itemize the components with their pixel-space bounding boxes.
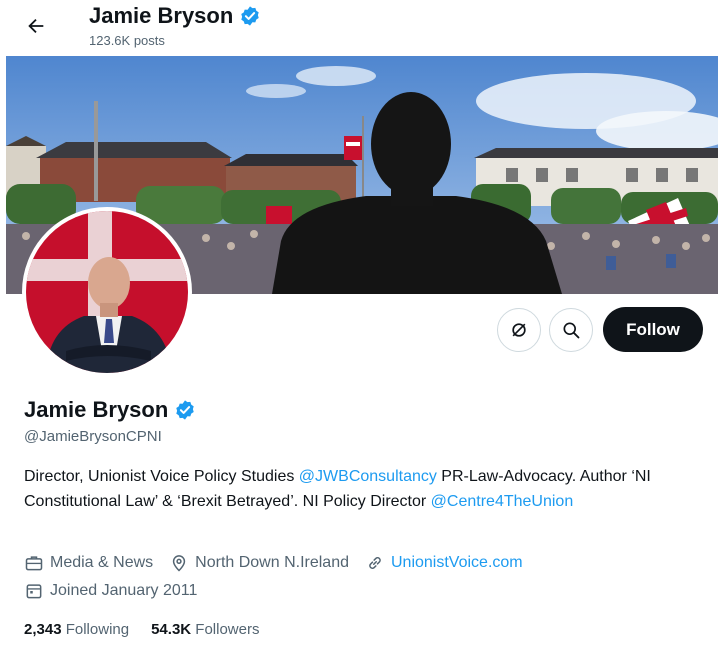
header-name-row: Jamie Bryson <box>89 3 261 29</box>
header-post-count: 123.6K posts <box>89 33 165 48</box>
back-arrow-icon <box>28 18 44 34</box>
bio-mention-link[interactable]: @Centre4TheUnion <box>431 493 574 510</box>
location-label: North Down N.Ireland <box>195 554 349 571</box>
more-options-button[interactable] <box>497 308 541 352</box>
profile-avatar[interactable] <box>22 207 192 377</box>
profile-handle: @JamieBrysonCPNI <box>24 428 162 445</box>
website-link[interactable]: UnionistVoice.com <box>391 554 523 572</box>
profile-name: Jamie Bryson <box>24 397 169 422</box>
location-pin-icon <box>172 555 186 572</box>
profile-category: Media & News <box>24 553 153 573</box>
category-label: Media & News <box>50 554 154 571</box>
back-button[interactable] <box>18 8 54 44</box>
top-bar: Jamie Bryson 123.6K posts <box>0 0 720 56</box>
following-label: Following <box>65 621 130 638</box>
followers-label: Followers <box>195 621 260 638</box>
bio-mention-link[interactable]: @JWBConsultancy <box>299 468 437 485</box>
profile-name-row: Jamie Bryson <box>24 397 196 423</box>
follow-button[interactable]: Follow <box>603 307 703 352</box>
more-options-icon <box>512 323 526 337</box>
profile-joined-row: Joined January 2011 <box>24 581 213 601</box>
joined-label: Joined January 2011 <box>50 582 198 599</box>
search-icon <box>563 322 580 339</box>
profile-joined: Joined January 2011 <box>24 581 197 601</box>
profile-location: North Down N.Ireland <box>169 553 349 573</box>
following-link[interactable]: 2,343 Following <box>24 621 129 638</box>
verified-badge-icon <box>176 400 195 420</box>
bio-text: Director, Unionist Voice Policy Studies <box>24 468 299 485</box>
profile-meta-row: Media & News North Down N.Ireland Unioni… <box>24 553 539 573</box>
verified-badge-icon <box>241 6 260 26</box>
briefcase-icon <box>25 556 43 571</box>
follow-stats: 2,343 Following 54.3K Followers <box>24 621 259 638</box>
followers-link[interactable]: 54.3K Followers <box>151 621 259 638</box>
link-icon <box>369 557 381 569</box>
following-count: 2,343 <box>24 621 62 638</box>
header-name: Jamie Bryson <box>89 3 234 28</box>
profile-website[interactable]: UnionistVoice.com <box>365 553 523 573</box>
followers-count: 54.3K <box>151 621 192 638</box>
profile-bio: Director, Unionist Voice Policy Studies … <box>24 464 704 514</box>
calendar-icon <box>26 584 42 599</box>
search-button[interactable] <box>549 308 593 352</box>
